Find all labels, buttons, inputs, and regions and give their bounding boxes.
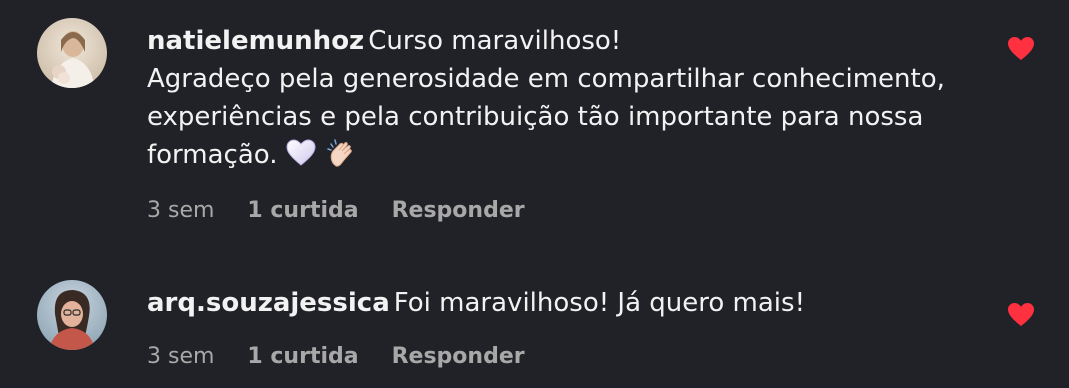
white-heart-emoji-icon xyxy=(285,139,316,167)
comment-meta: 3 sem 1 curtida Responder xyxy=(147,344,525,369)
avatar[interactable] xyxy=(37,18,107,88)
comment-timestamp[interactable]: 3 sem xyxy=(147,344,214,369)
avatar[interactable] xyxy=(37,280,107,350)
comment-text-line: formação. xyxy=(147,140,278,170)
comment-body: natielemunhoz Curso maravilhoso! Agradeço… xyxy=(147,22,989,174)
comment-text-line: Agradeço pela generosidade em compartilh… xyxy=(147,64,945,94)
comment-meta: 3 sem 1 curtida Responder xyxy=(147,198,525,223)
comment-text-line: Curso maravilhoso! xyxy=(368,26,622,56)
comment-username[interactable]: natielemunhoz xyxy=(147,26,364,56)
reply-button[interactable]: Responder xyxy=(392,344,525,369)
reply-button[interactable]: Responder xyxy=(392,198,525,223)
comment-text-line: experiências e pela contribuição tão imp… xyxy=(147,102,924,132)
comment-item: arq.souzajessica Foi maravilhoso! Já quer… xyxy=(0,262,1069,388)
comment-likes-count[interactable]: 1 curtida xyxy=(247,344,358,369)
heart-filled-icon[interactable] xyxy=(1007,36,1035,62)
clapping-hands-emoji-icon xyxy=(326,138,356,168)
comment-text-line: Foi maravilhoso! Já quero mais! xyxy=(393,288,806,318)
comment-timestamp[interactable]: 3 sem xyxy=(147,198,214,223)
comment-item: natielemunhoz Curso maravilhoso! Agradeço… xyxy=(0,0,1069,250)
heart-filled-icon[interactable] xyxy=(1007,302,1035,328)
comment-username[interactable]: arq.souzajessica xyxy=(147,288,390,318)
comment-likes-count[interactable]: 1 curtida xyxy=(247,198,358,223)
comment-body: arq.souzajessica Foi maravilhoso! Já quer… xyxy=(147,284,989,322)
